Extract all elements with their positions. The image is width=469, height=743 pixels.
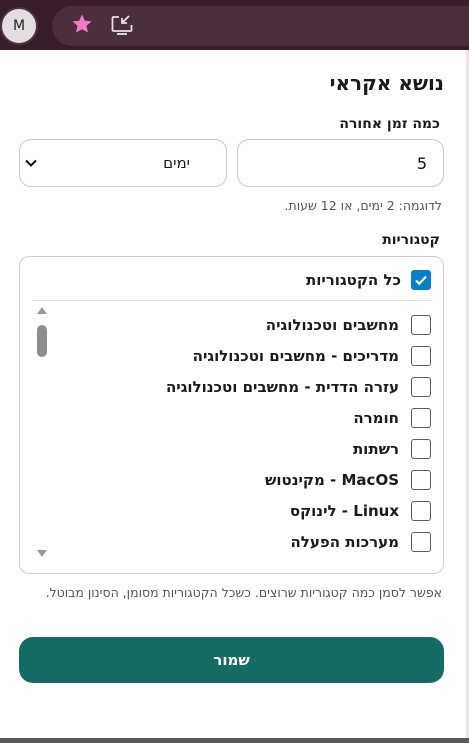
category-item[interactable]: מדריכים - מחשבים וטכנולוגיה	[166, 340, 431, 371]
category-list: מחשבים וטכנולוגיה מדריכים - מחשבים וטכנו…	[166, 309, 431, 557]
category-checkbox[interactable]	[411, 438, 431, 459]
scroll-up-arrow-icon[interactable]	[37, 307, 47, 314]
category-item[interactable]: מערכות הפעלה	[166, 526, 431, 557]
since-label: כמה זמן אחורה	[339, 116, 440, 132]
category-label: מערכות הפעלה	[290, 532, 399, 551]
category-label: חומרה	[353, 408, 399, 427]
checkmark-icon	[415, 275, 427, 286]
profile-initial: M	[12, 18, 26, 34]
category-label: רשתות	[352, 439, 399, 458]
category-checkbox[interactable]	[411, 407, 431, 428]
divider	[32, 300, 431, 301]
scroll-down-arrow-icon[interactable]	[37, 550, 47, 557]
profile-avatar[interactable]: M	[0, 7, 38, 45]
category-item[interactable]: MacOS - מקינטוש	[166, 464, 431, 495]
category-item[interactable]: מחשבים וטכנולוגיה	[166, 309, 431, 340]
time-unit-value: ימים	[163, 154, 190, 172]
category-checkbox[interactable]	[411, 469, 431, 490]
category-item[interactable]: עזרה הדדית - מחשבים וטכנולוגיה	[166, 371, 431, 402]
multi-select-hint: אפשר לסמן כמה קטגוריות שרוצים. כשכל הקטג…	[45, 585, 442, 600]
category-label: מדריכים - מחשבים וטכנולוגיה	[192, 346, 399, 365]
popup-title: נושא אקראי	[329, 71, 444, 95]
category-item[interactable]: חומרה	[166, 402, 431, 433]
category-scrollbar[interactable]	[34, 307, 50, 557]
category-item[interactable]: רשתות	[166, 433, 431, 464]
category-label: עזרה הדדית - מחשבים וטכנולוגיה	[165, 377, 399, 396]
example-hint: לדוגמה: 2 ימים, או 12 שעות.	[284, 198, 442, 213]
category-label: MacOS - מקינטוש	[265, 470, 399, 489]
browser-toolbar: M	[0, 0, 469, 50]
all-categories-option[interactable]: כל הקטגוריות	[306, 267, 431, 293]
scroll-thumb[interactable]	[37, 325, 47, 357]
category-checkbox[interactable]	[411, 531, 431, 552]
all-categories-checkbox[interactable]	[411, 270, 431, 290]
since-amount-input[interactable]	[237, 139, 444, 187]
install-app-icon[interactable]	[110, 14, 134, 36]
category-label: מחשבים וטכנולוגיה	[265, 315, 399, 334]
category-checkbox[interactable]	[411, 500, 431, 521]
random-topic-popup: נושא אקראי כמה זמן אחורה ימים לדוגמה: 2 …	[0, 50, 466, 738]
all-categories-label: כל הקטגוריות	[305, 271, 401, 289]
chevron-down-icon	[25, 159, 37, 167]
save-button[interactable]: שמור	[19, 637, 444, 683]
categories-label: קטגוריות	[382, 232, 440, 248]
category-checkbox[interactable]	[411, 314, 431, 335]
window-bottom-edge	[0, 738, 469, 743]
category-checkbox[interactable]	[411, 345, 431, 366]
star-icon[interactable]	[70, 12, 94, 36]
category-item[interactable]: Linux - לינוקס	[166, 495, 431, 526]
category-label: Linux - לינוקס	[289, 501, 399, 520]
category-checkbox[interactable]	[411, 376, 431, 397]
time-unit-select[interactable]: ימים	[19, 139, 227, 187]
categories-box: כל הקטגוריות מחשבים וטכנולוגיה מדריכים -…	[19, 256, 444, 574]
